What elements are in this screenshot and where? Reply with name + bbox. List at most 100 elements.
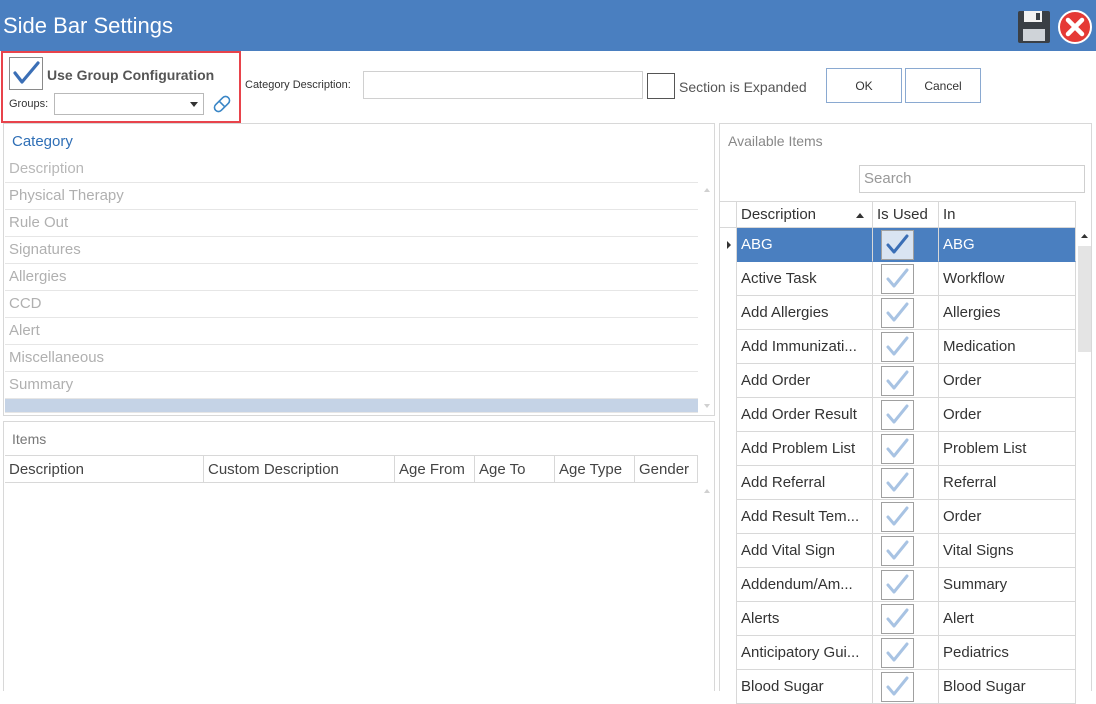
cell-description: Alerts — [737, 602, 873, 636]
cell-in: Order — [939, 500, 1076, 534]
cell-description: Add Result Tem... — [737, 500, 873, 534]
category-row[interactable]: Allergies — [5, 264, 698, 291]
is-used-checkbox[interactable] — [881, 298, 914, 328]
table-row[interactable]: Add Allergies Allergies — [720, 296, 1076, 330]
is-used-checkbox[interactable] — [881, 502, 914, 532]
cell-description: Addendum/Am... — [737, 568, 873, 602]
cell-in: Order — [939, 398, 1076, 432]
close-icon[interactable] — [1057, 9, 1093, 45]
cell-is-used[interactable] — [873, 296, 939, 330]
items-col-gender[interactable]: Gender — [635, 456, 698, 482]
table-row[interactable]: Add Referral Referral — [720, 466, 1076, 500]
sort-ascending-icon — [856, 213, 864, 218]
cell-in: Pediatrics — [939, 636, 1076, 670]
col-is-used-header[interactable]: Is Used — [873, 202, 939, 227]
col-in-header[interactable]: In — [939, 202, 1076, 227]
is-used-checkbox[interactable] — [881, 230, 914, 260]
row-header-gutter — [720, 202, 737, 227]
table-row[interactable]: Add Immunizati... Medication — [720, 330, 1076, 364]
table-row[interactable]: Add Result Tem... Order — [720, 500, 1076, 534]
scroll-up-icon[interactable] — [1077, 228, 1092, 244]
cell-in: Order — [939, 364, 1076, 398]
cell-in: Referral — [939, 466, 1076, 500]
cell-is-used[interactable] — [873, 432, 939, 466]
category-row[interactable]: Miscellaneous — [5, 345, 698, 372]
cell-is-used[interactable] — [873, 364, 939, 398]
col-description-header[interactable]: Description — [737, 202, 873, 227]
section-expanded-checkbox[interactable] — [647, 73, 675, 99]
category-row[interactable]: CCD — [5, 291, 698, 318]
search-input[interactable]: Search — [859, 165, 1085, 193]
cell-is-used[interactable] — [873, 500, 939, 534]
table-row[interactable]: Add Order Order — [720, 364, 1076, 398]
ok-button[interactable]: OK — [826, 68, 902, 103]
cell-is-used[interactable] — [873, 602, 939, 636]
is-used-checkbox[interactable] — [881, 672, 914, 702]
table-row[interactable]: Add Problem List Problem List — [720, 432, 1076, 466]
is-used-checkbox[interactable] — [881, 366, 914, 396]
is-used-checkbox[interactable] — [881, 434, 914, 464]
items-col-age-from[interactable]: Age From — [395, 456, 475, 482]
category-row[interactable]: Alert — [5, 318, 698, 345]
cell-in: Summary — [939, 568, 1076, 602]
items-scroll-up-icon[interactable] — [701, 486, 713, 496]
table-row[interactable]: Anticipatory Gui... Pediatrics — [720, 636, 1076, 670]
category-column-header[interactable]: Description — [5, 156, 698, 183]
current-row-indicator-icon — [727, 241, 731, 249]
cell-is-used[interactable] — [873, 568, 939, 602]
items-col-description[interactable]: Description — [5, 456, 204, 482]
is-used-checkbox[interactable] — [881, 400, 914, 430]
scrollbar-thumb[interactable] — [1078, 246, 1091, 352]
category-row[interactable]: Physical Therapy — [5, 183, 698, 210]
items-title: Items — [12, 431, 47, 447]
table-row-selected[interactable]: ABG ABG — [720, 228, 1076, 262]
category-row[interactable]: Signatures — [5, 237, 698, 264]
items-col-age-to[interactable]: Age To — [475, 456, 555, 482]
cell-is-used[interactable] — [873, 330, 939, 364]
category-scrollbar[interactable] — [700, 184, 714, 412]
cancel-button[interactable]: Cancel — [905, 68, 981, 103]
row-gutter — [720, 602, 737, 636]
table-row[interactable]: Active Task Workflow — [720, 262, 1076, 296]
is-used-checkbox[interactable] — [881, 604, 914, 634]
is-used-checkbox[interactable] — [881, 536, 914, 566]
is-used-checkbox[interactable] — [881, 638, 914, 668]
category-row[interactable]: Summary — [5, 372, 698, 399]
row-gutter — [720, 534, 737, 568]
is-used-checkbox[interactable] — [881, 332, 914, 362]
cell-in: Alert — [939, 602, 1076, 636]
row-gutter — [720, 262, 737, 296]
table-row[interactable]: Add Order Result Order — [720, 398, 1076, 432]
category-row-selected[interactable] — [5, 399, 698, 413]
row-gutter — [720, 330, 737, 364]
cell-is-used[interactable] — [873, 466, 939, 500]
cell-description: Add Order Result — [737, 398, 873, 432]
cell-description: Add Vital Sign — [737, 534, 873, 568]
table-row[interactable]: Blood Sugar Blood Sugar — [720, 670, 1076, 704]
chevron-down-icon — [190, 102, 198, 107]
cell-in: ABG — [939, 228, 1076, 262]
cell-is-used[interactable] — [873, 398, 939, 432]
row-gutter — [720, 670, 737, 704]
use-group-config-checkbox[interactable] — [9, 57, 43, 90]
cell-is-used[interactable] — [873, 534, 939, 568]
table-row[interactable]: Add Vital Sign Vital Signs — [720, 534, 1076, 568]
cell-is-used[interactable] — [873, 262, 939, 296]
items-col-custom-description[interactable]: Custom Description — [204, 456, 395, 482]
is-used-checkbox[interactable] — [881, 468, 914, 498]
cell-is-used[interactable] — [873, 228, 939, 262]
category-row[interactable]: Rule Out — [5, 210, 698, 237]
cell-is-used[interactable] — [873, 636, 939, 670]
is-used-checkbox[interactable] — [881, 264, 914, 294]
cell-description: Add Allergies — [737, 296, 873, 330]
available-items-scrollbar[interactable] — [1077, 228, 1092, 692]
eraser-icon[interactable] — [211, 93, 233, 115]
table-row[interactable]: Addendum/Am... Summary — [720, 568, 1076, 602]
cell-is-used[interactable] — [873, 670, 939, 704]
category-description-input[interactable] — [363, 71, 643, 99]
items-col-age-type[interactable]: Age Type — [555, 456, 635, 482]
table-row[interactable]: Alerts Alert — [720, 602, 1076, 636]
is-used-checkbox[interactable] — [881, 570, 914, 600]
groups-dropdown[interactable] — [54, 93, 204, 115]
save-icon[interactable] — [1017, 9, 1053, 45]
